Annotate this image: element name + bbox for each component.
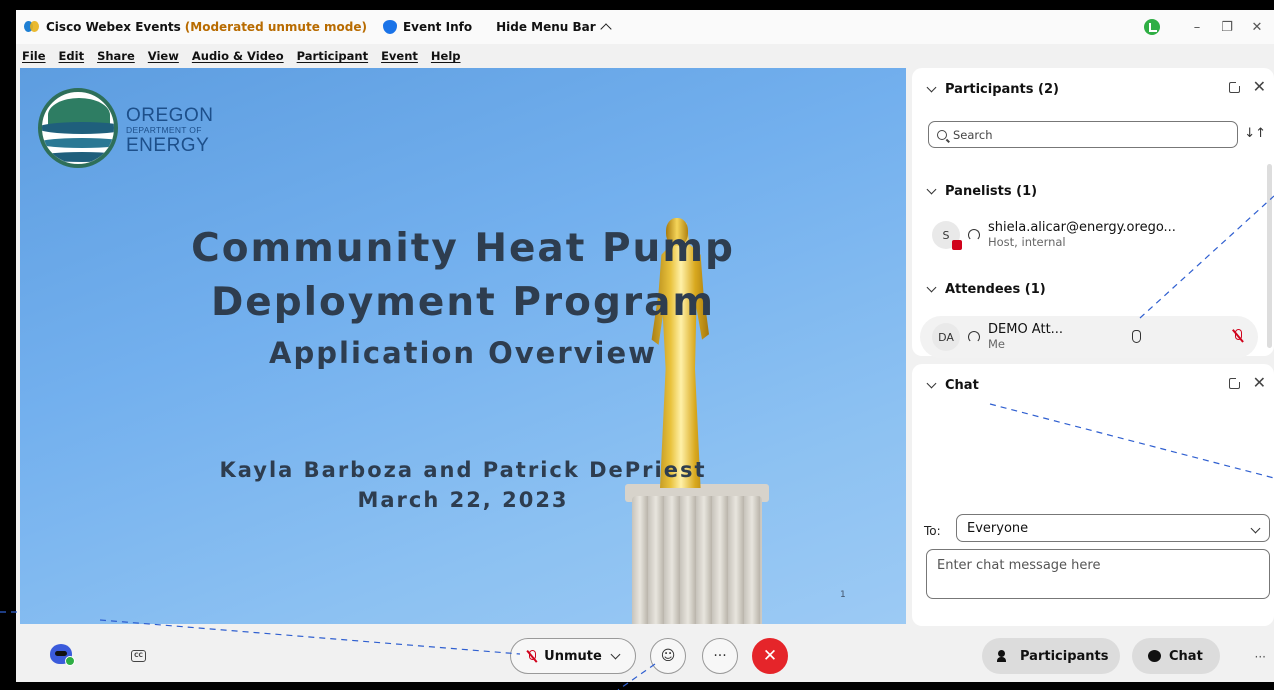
popout-icon[interactable]	[1229, 376, 1242, 389]
participants-toggle-button[interactable]: Participants	[982, 638, 1120, 674]
menu-help[interactable]: Help	[431, 49, 461, 63]
slide-page-number: 1	[840, 590, 846, 600]
search-placeholder: Search	[953, 127, 993, 142]
right-panel: Participants (2) ✕ Search ↓↑ Panelists (…	[912, 68, 1274, 626]
close-participants-button[interactable]: ✕	[1253, 77, 1266, 96]
restore-button[interactable]: ❐	[1214, 20, 1240, 35]
reactions-button[interactable]: ☺	[650, 638, 686, 674]
sort-icon[interactable]: ↓↑	[1244, 126, 1266, 141]
participant-row-me[interactable]: DA DEMO Att... Me	[920, 316, 1258, 358]
chat-panel: Chat ✕ To: Everyone Enter chat message h…	[912, 364, 1274, 626]
chevron-down-icon	[926, 378, 937, 389]
close-window-button[interactable]: ✕	[1244, 20, 1270, 35]
webex-window: Cisco Webex Events (Moderated unmute mod…	[16, 10, 1274, 682]
close-chat-button[interactable]: ✕	[1253, 373, 1266, 392]
chat-toggle-button[interactable]: Chat	[1132, 638, 1220, 674]
chat-to-label: To:	[924, 524, 941, 538]
avatar: DA	[932, 323, 960, 351]
leave-event-button[interactable]: ✕	[752, 638, 788, 674]
chevron-down-icon	[926, 82, 937, 93]
participant-name: DEMO Att...	[988, 321, 1064, 337]
people-icon	[997, 650, 1012, 662]
raise-hand-icon[interactable]	[1132, 330, 1141, 343]
org-name: OREGON DEPARTMENT OF ENERGY	[126, 105, 214, 156]
overflow-menu-icon[interactable]: ···	[1255, 650, 1266, 664]
chevron-down-icon	[926, 184, 937, 195]
webex-assistant-icon[interactable]	[50, 644, 75, 666]
webex-logo-icon	[24, 21, 40, 33]
menu-event[interactable]: Event	[381, 49, 418, 63]
chat-bubble-icon	[1148, 650, 1161, 662]
minimize-button[interactable]: –	[1184, 20, 1210, 35]
menu-edit[interactable]: Edit	[59, 49, 85, 63]
headset-icon	[968, 331, 980, 343]
chat-header[interactable]: Chat	[926, 378, 979, 393]
menu-participant[interactable]: Participant	[297, 49, 368, 63]
avatar: S	[932, 221, 962, 250]
headset-icon	[968, 229, 980, 241]
menu-view[interactable]: View	[148, 49, 179, 63]
participants-panel: Participants (2) ✕ Search ↓↑ Panelists (…	[912, 68, 1274, 358]
chevron-down-icon	[926, 282, 937, 293]
chevron-down-icon	[1250, 523, 1261, 534]
shield-icon	[382, 20, 397, 34]
search-icon	[937, 129, 947, 140]
control-bar: CC Unmute ☺ ··· ✕ Participants Chat ···	[16, 626, 1274, 682]
menu-file[interactable]: File	[22, 49, 46, 63]
statue-pillar	[632, 496, 762, 624]
unmute-mode-label: (Moderated unmute mode)	[184, 20, 367, 34]
chat-title: Chat	[945, 378, 979, 393]
app-title: Cisco Webex Events	[46, 20, 181, 34]
oregon-energy-logo	[38, 88, 118, 168]
participant-row-host[interactable]: S shiela.alicar@energy.orego... Host, in…	[920, 214, 1258, 256]
window-controls: – ❐ ✕	[1144, 10, 1274, 44]
event-info-button[interactable]: Event Info	[403, 20, 472, 34]
slide-title-line2: Deployment Program	[210, 280, 716, 325]
participant-role: Me	[988, 336, 1005, 351]
more-options-button[interactable]: ···	[702, 638, 738, 674]
slide-presenters: Kayla Barboza and Patrick DePriest	[219, 458, 707, 482]
participant-role: Host, internal	[988, 234, 1066, 249]
panelists-section-header[interactable]: Panelists (1)	[926, 184, 1037, 199]
title-bar: Cisco Webex Events (Moderated unmute mod…	[16, 10, 1274, 44]
participant-name: shiela.alicar@energy.orego...	[988, 219, 1176, 235]
video-badge-icon	[952, 240, 962, 250]
chat-message-input[interactable]: Enter chat message here	[926, 549, 1270, 599]
participants-title: Participants (2)	[945, 82, 1059, 97]
network-status-icon[interactable]	[1144, 19, 1160, 35]
popout-icon[interactable]	[1229, 80, 1242, 93]
mic-muted-icon	[527, 649, 538, 663]
unmute-button[interactable]: Unmute	[510, 638, 636, 674]
closed-captions-button[interactable]: CC	[131, 650, 146, 662]
participant-search-input[interactable]: Search	[928, 121, 1238, 148]
slide-subtitle: Application Overview	[269, 336, 657, 370]
chevron-up-icon[interactable]	[599, 23, 612, 35]
chevron-down-icon[interactable]	[610, 649, 621, 660]
participants-scrollbar[interactable]	[1267, 164, 1272, 348]
menu-bar: File Edit Share View Audio & Video Parti…	[16, 46, 474, 66]
chat-recipient-select[interactable]: Everyone	[956, 514, 1270, 542]
participants-header[interactable]: Participants (2)	[926, 82, 1059, 97]
slide-date: March 22, 2023	[357, 488, 569, 512]
hide-menu-bar-button[interactable]: Hide Menu Bar	[496, 20, 596, 34]
menu-audio-video[interactable]: Audio & Video	[192, 49, 284, 63]
shared-slide: OREGON DEPARTMENT OF ENERGY Community He…	[20, 68, 906, 624]
slide-title-line1: Community Heat Pump	[191, 226, 735, 271]
mic-muted-icon[interactable]	[1232, 329, 1244, 343]
menu-share[interactable]: Share	[97, 49, 135, 63]
attendees-section-header[interactable]: Attendees (1)	[926, 282, 1046, 297]
